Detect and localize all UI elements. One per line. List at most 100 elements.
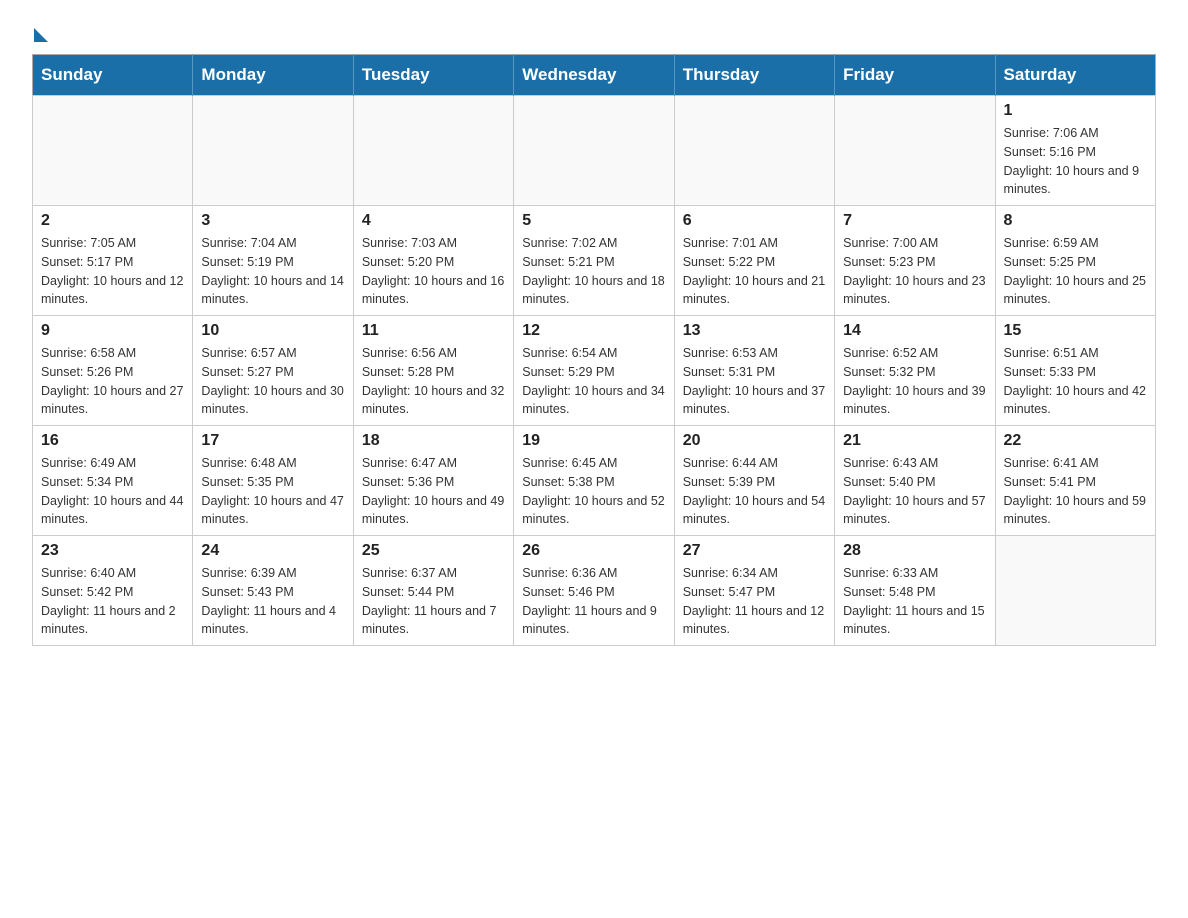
day-info: Sunrise: 6:49 AMSunset: 5:34 PMDaylight:… [41, 454, 184, 529]
calendar-cell: 5 Sunrise: 7:02 AMSunset: 5:21 PMDaylight… [514, 206, 674, 316]
day-info: Sunrise: 6:34 AMSunset: 5:47 PMDaylight:… [683, 564, 826, 639]
calendar-cell [995, 536, 1155, 646]
calendar-cell [33, 96, 193, 206]
day-info: Sunrise: 6:48 AMSunset: 5:35 PMDaylight:… [201, 454, 344, 529]
day-info: Sunrise: 6:33 AMSunset: 5:48 PMDaylight:… [843, 564, 986, 639]
day-number: 6 [683, 212, 826, 230]
day-number: 5 [522, 212, 665, 230]
calendar-week-row: 16 Sunrise: 6:49 AMSunset: 5:34 PMDayligh… [33, 426, 1156, 536]
day-number: 3 [201, 212, 344, 230]
calendar-cell: 22Sunrise: 6:41 AMSunset: 5:41 PMDayligh… [995, 426, 1155, 536]
calendar-cell [193, 96, 353, 206]
day-number: 25 [362, 542, 505, 560]
day-number: 10 [201, 322, 344, 340]
day-number: 8 [1004, 212, 1147, 230]
day-number: 9 [41, 322, 184, 340]
day-info: Sunrise: 6:56 AMSunset: 5:28 PMDaylight:… [362, 344, 505, 419]
calendar-header-row: SundayMondayTuesdayWednesdayThursdayFrid… [33, 55, 1156, 96]
day-info: Sunrise: 7:03 AMSunset: 5:20 PMDaylight:… [362, 234, 505, 309]
day-info: Sunrise: 6:59 AMSunset: 5:25 PMDaylight:… [1004, 234, 1147, 309]
calendar-cell: 16 Sunrise: 6:49 AMSunset: 5:34 PMDayligh… [33, 426, 193, 536]
calendar-cell: 26 Sunrise: 6:36 AMSunset: 5:46 PMDayligh… [514, 536, 674, 646]
day-info: Sunrise: 6:44 AMSunset: 5:39 PMDaylight:… [683, 454, 826, 529]
calendar-cell: 9 Sunrise: 6:58 AMSunset: 5:26 PMDaylight… [33, 316, 193, 426]
day-number: 28 [843, 542, 986, 560]
day-info: Sunrise: 7:02 AMSunset: 5:21 PMDaylight:… [522, 234, 665, 309]
calendar-cell: 25 Sunrise: 6:37 AMSunset: 5:44 PMDayligh… [353, 536, 513, 646]
calendar-cell: 1 Sunrise: 7:06 AMSunset: 5:16 PMDaylight… [995, 96, 1155, 206]
calendar-cell: 13 Sunrise: 6:53 AMSunset: 5:31 PMDayligh… [674, 316, 834, 426]
calendar-cell: 2 Sunrise: 7:05 AMSunset: 5:17 PMDaylight… [33, 206, 193, 316]
day-info: Sunrise: 6:36 AMSunset: 5:46 PMDaylight:… [522, 564, 665, 639]
calendar-cell: 18 Sunrise: 6:47 AMSunset: 5:36 PMDayligh… [353, 426, 513, 536]
day-number: 2 [41, 212, 184, 230]
day-info: Sunrise: 6:40 AMSunset: 5:42 PMDaylight:… [41, 564, 184, 639]
calendar-cell: 14Sunrise: 6:52 AMSunset: 5:32 PMDayligh… [835, 316, 995, 426]
calendar-cell [674, 96, 834, 206]
day-info: Sunrise: 6:51 AMSunset: 5:33 PMDaylight:… [1004, 344, 1147, 419]
calendar-cell [353, 96, 513, 206]
day-number: 11 [362, 322, 505, 340]
logo-arrow-icon [34, 28, 48, 42]
calendar-cell: 8 Sunrise: 6:59 AMSunset: 5:25 PMDaylight… [995, 206, 1155, 316]
calendar-cell: 24 Sunrise: 6:39 AMSunset: 5:43 PMDayligh… [193, 536, 353, 646]
calendar-cell: 27 Sunrise: 6:34 AMSunset: 5:47 PMDayligh… [674, 536, 834, 646]
calendar-cell: 4Sunrise: 7:03 AMSunset: 5:20 PMDaylight… [353, 206, 513, 316]
day-header-tuesday: Tuesday [353, 55, 513, 96]
calendar-week-row: 2 Sunrise: 7:05 AMSunset: 5:17 PMDaylight… [33, 206, 1156, 316]
calendar-table: SundayMondayTuesdayWednesdayThursdayFrid… [32, 54, 1156, 646]
calendar-cell: 15Sunrise: 6:51 AMSunset: 5:33 PMDayligh… [995, 316, 1155, 426]
day-header-sunday: Sunday [33, 55, 193, 96]
day-number: 21 [843, 432, 986, 450]
day-number: 24 [201, 542, 344, 560]
calendar-cell: 19 Sunrise: 6:45 AMSunset: 5:38 PMDayligh… [514, 426, 674, 536]
day-info: Sunrise: 6:45 AMSunset: 5:38 PMDaylight:… [522, 454, 665, 529]
day-info: Sunrise: 6:54 AMSunset: 5:29 PMDaylight:… [522, 344, 665, 419]
day-number: 19 [522, 432, 665, 450]
day-number: 27 [683, 542, 826, 560]
day-number: 12 [522, 322, 665, 340]
logo [32, 24, 48, 38]
day-number: 14 [843, 322, 986, 340]
day-info: Sunrise: 6:43 AMSunset: 5:40 PMDaylight:… [843, 454, 986, 529]
day-info: Sunrise: 6:41 AMSunset: 5:41 PMDaylight:… [1004, 454, 1147, 529]
day-info: Sunrise: 6:39 AMSunset: 5:43 PMDaylight:… [201, 564, 344, 639]
calendar-cell [835, 96, 995, 206]
day-number: 23 [41, 542, 184, 560]
calendar-cell: 21 Sunrise: 6:43 AMSunset: 5:40 PMDayligh… [835, 426, 995, 536]
day-number: 18 [362, 432, 505, 450]
day-info: Sunrise: 7:05 AMSunset: 5:17 PMDaylight:… [41, 234, 184, 309]
day-number: 13 [683, 322, 826, 340]
day-info: Sunrise: 6:53 AMSunset: 5:31 PMDaylight:… [683, 344, 826, 419]
day-info: Sunrise: 6:47 AMSunset: 5:36 PMDaylight:… [362, 454, 505, 529]
calendar-cell: 23 Sunrise: 6:40 AMSunset: 5:42 PMDayligh… [33, 536, 193, 646]
day-info: Sunrise: 6:37 AMSunset: 5:44 PMDaylight:… [362, 564, 505, 639]
calendar-cell: 28 Sunrise: 6:33 AMSunset: 5:48 PMDayligh… [835, 536, 995, 646]
calendar-cell: 17Sunrise: 6:48 AMSunset: 5:35 PMDayligh… [193, 426, 353, 536]
day-header-thursday: Thursday [674, 55, 834, 96]
day-number: 16 [41, 432, 184, 450]
day-info: Sunrise: 6:57 AMSunset: 5:27 PMDaylight:… [201, 344, 344, 419]
calendar-week-row: 1 Sunrise: 7:06 AMSunset: 5:16 PMDaylight… [33, 96, 1156, 206]
calendar-cell [514, 96, 674, 206]
calendar-cell: 11 Sunrise: 6:56 AMSunset: 5:28 PMDayligh… [353, 316, 513, 426]
day-number: 26 [522, 542, 665, 560]
calendar-cell: 7 Sunrise: 7:00 AMSunset: 5:23 PMDaylight… [835, 206, 995, 316]
day-info: Sunrise: 6:58 AMSunset: 5:26 PMDaylight:… [41, 344, 184, 419]
day-number: 20 [683, 432, 826, 450]
day-info: Sunrise: 7:04 AMSunset: 5:19 PMDaylight:… [201, 234, 344, 309]
calendar-cell: 3 Sunrise: 7:04 AMSunset: 5:19 PMDaylight… [193, 206, 353, 316]
calendar-cell: 12 Sunrise: 6:54 AMSunset: 5:29 PMDayligh… [514, 316, 674, 426]
day-number: 7 [843, 212, 986, 230]
day-info: Sunrise: 7:01 AMSunset: 5:22 PMDaylight:… [683, 234, 826, 309]
calendar-cell: 10 Sunrise: 6:57 AMSunset: 5:27 PMDayligh… [193, 316, 353, 426]
calendar-cell: 20 Sunrise: 6:44 AMSunset: 5:39 PMDayligh… [674, 426, 834, 536]
day-header-monday: Monday [193, 55, 353, 96]
day-header-saturday: Saturday [995, 55, 1155, 96]
day-info: Sunrise: 7:00 AMSunset: 5:23 PMDaylight:… [843, 234, 986, 309]
calendar-week-row: 23 Sunrise: 6:40 AMSunset: 5:42 PMDayligh… [33, 536, 1156, 646]
day-number: 1 [1004, 102, 1147, 120]
day-header-wednesday: Wednesday [514, 55, 674, 96]
day-info: Sunrise: 7:06 AMSunset: 5:16 PMDaylight:… [1004, 124, 1147, 199]
day-header-friday: Friday [835, 55, 995, 96]
